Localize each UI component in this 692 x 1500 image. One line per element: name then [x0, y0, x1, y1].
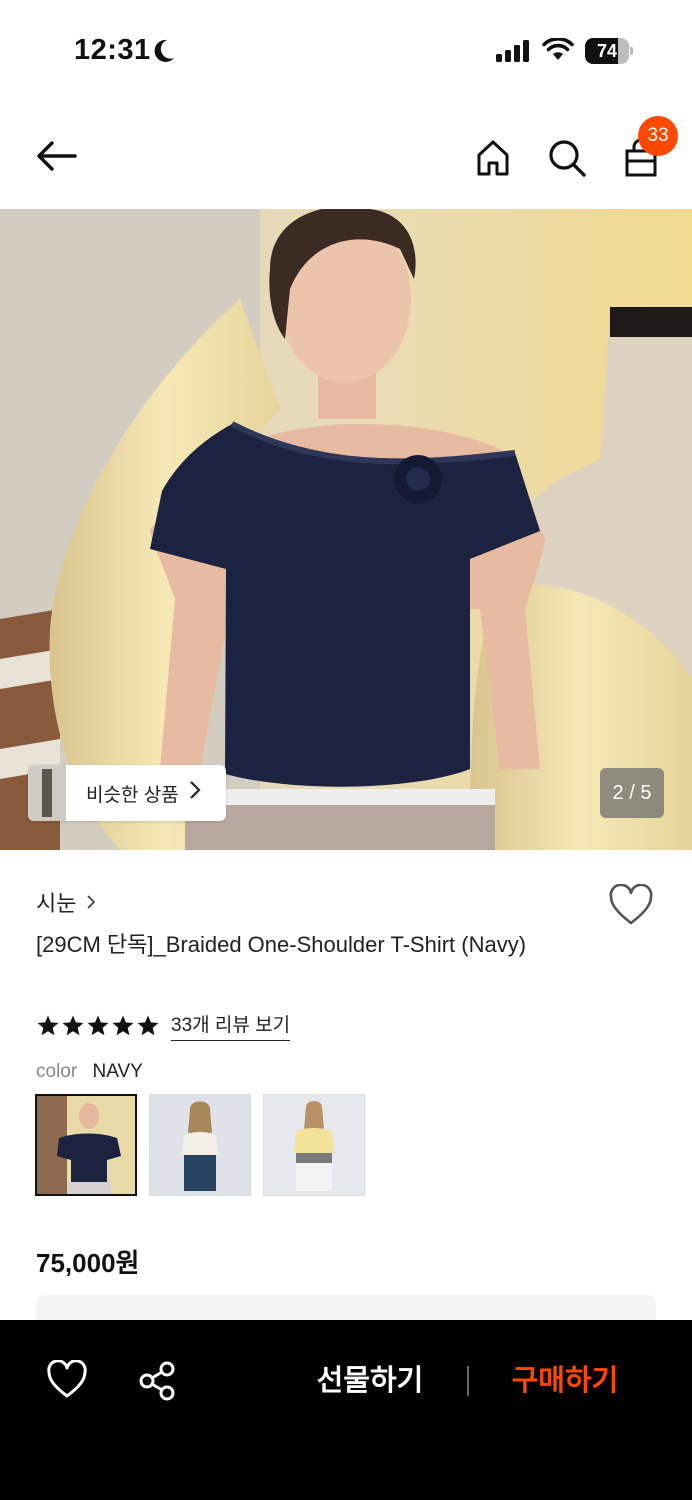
status-time: 12:31 — [74, 34, 151, 66]
star-icon — [137, 1015, 159, 1035]
rating-row: 33개 리뷰 보기 — [36, 1010, 291, 1041]
rating-stars — [36, 1014, 161, 1038]
share-icon — [139, 1361, 175, 1401]
home-button[interactable] — [469, 134, 517, 182]
color-label: color — [36, 1061, 78, 1082]
image-page-indicator: 2 / 5 — [600, 768, 664, 818]
swatch-yellow[interactable] — [263, 1094, 365, 1196]
swatch-ivory[interactable] — [149, 1094, 251, 1196]
color-value: NAVY — [92, 1061, 143, 1082]
star-icon — [62, 1015, 84, 1035]
battery-percent: 74 — [596, 41, 618, 61]
star-icon — [37, 1015, 59, 1035]
product-title: [29CM 단독]_Braided One-Shoulder T-Shirt (… — [36, 932, 527, 957]
cart-count-badge: 33 — [638, 116, 678, 156]
back-button[interactable] — [32, 132, 80, 180]
bottom-wishlist-button[interactable] — [46, 1359, 88, 1402]
arrow-left-icon — [37, 141, 77, 171]
review-link[interactable]: 33개 리뷰 보기 — [171, 1010, 291, 1041]
heart-icon — [47, 1359, 87, 1398]
similar-thumbnail — [28, 765, 66, 821]
color-swatches — [35, 1094, 365, 1196]
similar-products-button[interactable]: 비슷한 상품 — [28, 765, 226, 821]
product-photo — [0, 209, 692, 850]
home-icon — [477, 140, 509, 176]
color-row: color NAVY — [36, 1061, 143, 1083]
search-button[interactable] — [543, 134, 591, 182]
product-image-carousel[interactable] — [0, 209, 692, 850]
wifi-icon — [542, 38, 574, 60]
divider — [467, 1366, 469, 1396]
top-nav-bar — [0, 110, 692, 206]
battery-indicator: 74 — [585, 38, 633, 64]
product-price: 75,000원 — [36, 1248, 140, 1278]
brand-name: 시눈 — [36, 891, 77, 916]
similar-products-label: 비슷한 상품 — [86, 784, 179, 806]
star-icon — [112, 1015, 134, 1035]
heart-icon — [609, 883, 653, 925]
chevron-right-icon — [87, 895, 96, 909]
swatch-navy[interactable] — [35, 1094, 137, 1196]
wishlist-button[interactable] — [608, 883, 656, 928]
bottom-action-bar: 선물하기 구매하기 — [0, 1320, 692, 1500]
share-button[interactable] — [137, 1360, 179, 1402]
buy-button[interactable]: 구매하기 — [485, 1356, 645, 1406]
status-bar: 12:31 74 — [0, 0, 692, 100]
moon-icon — [154, 39, 174, 62]
signal-icon — [496, 40, 529, 62]
search-icon — [549, 140, 586, 177]
star-icon — [87, 1015, 109, 1035]
chevron-right-icon — [189, 780, 201, 806]
gift-button[interactable]: 선물하기 — [290, 1356, 450, 1406]
brand-link[interactable]: 시눈 — [36, 886, 96, 918]
